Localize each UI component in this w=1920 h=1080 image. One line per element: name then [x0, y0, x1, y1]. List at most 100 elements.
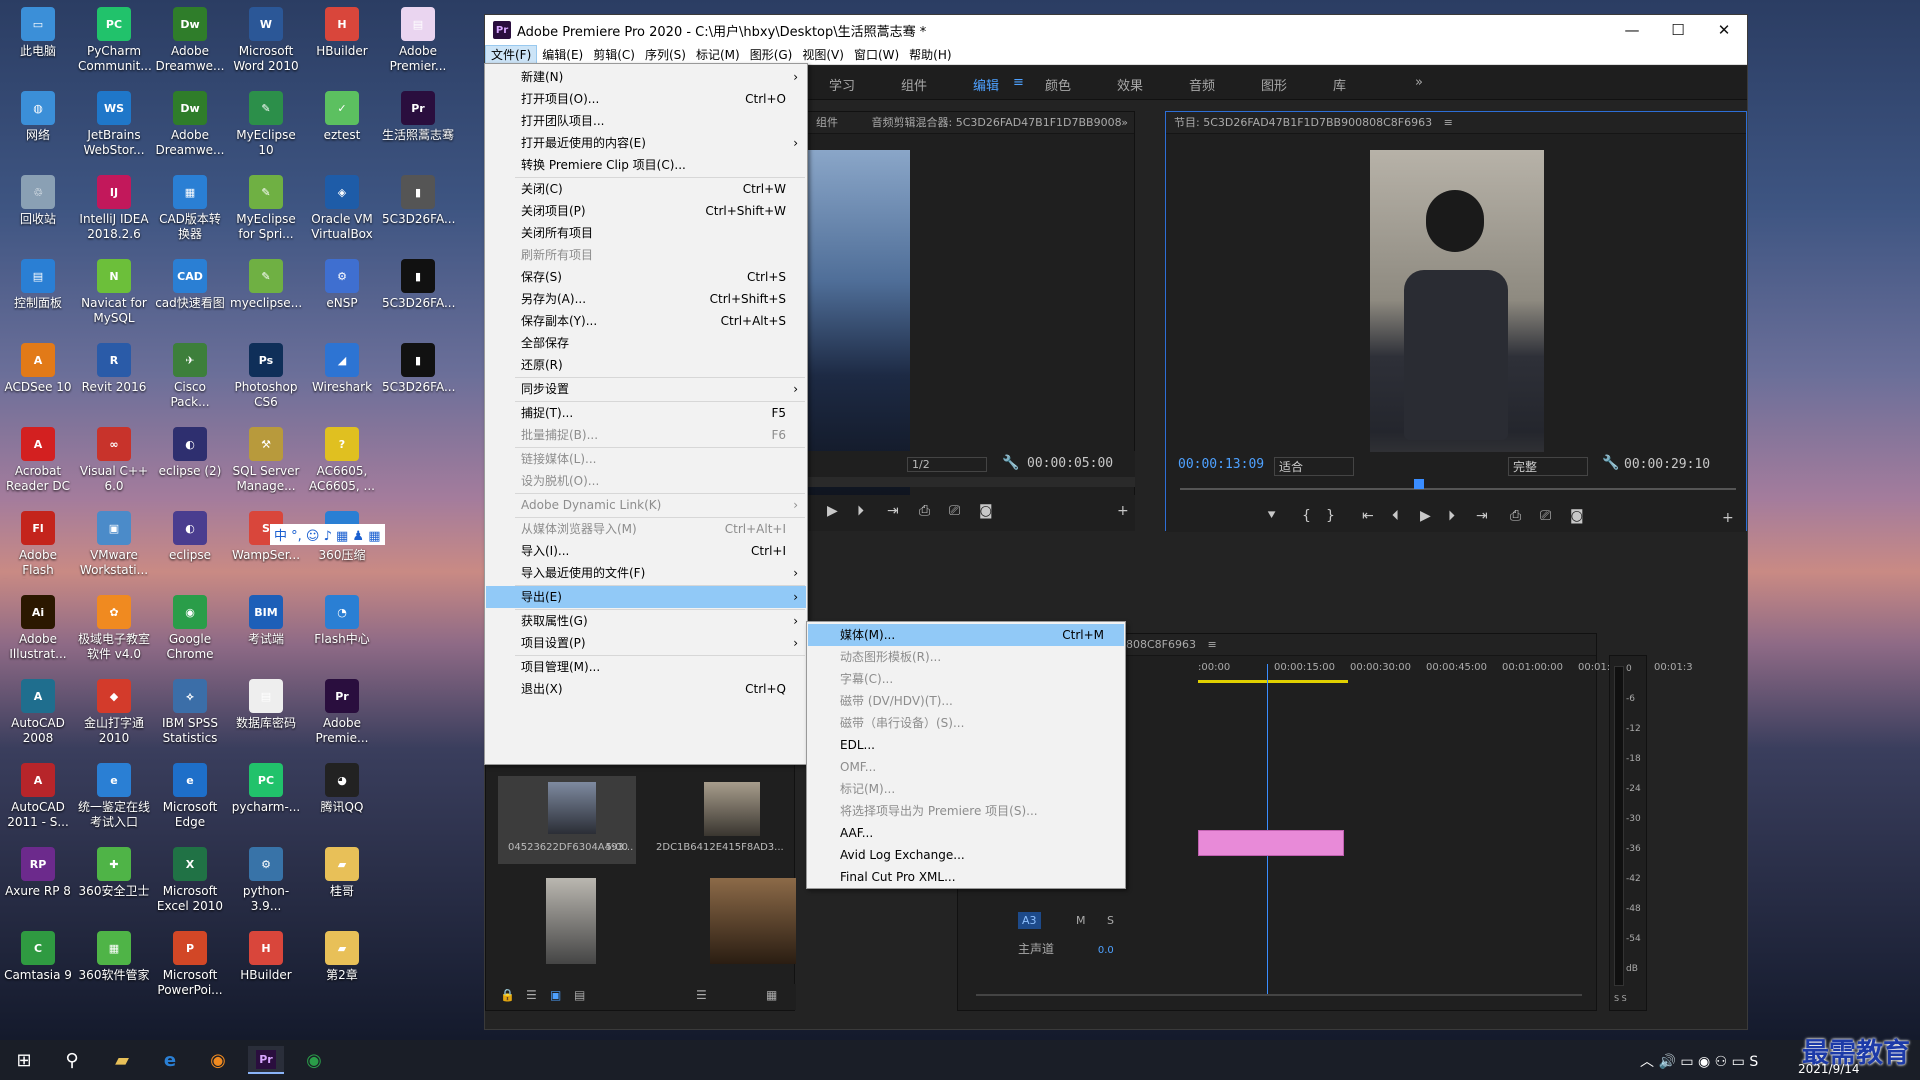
project-clip-thumb-2[interactable]: 2DC1B6412E415F8AD3...: [652, 776, 790, 864]
menu-6[interactable]: 视图(V): [797, 45, 849, 65]
desktop-icon[interactable]: ▮ 5C3D26FA...: [380, 340, 456, 395]
desktop-icon[interactable]: ◈ Oracle VM VirtualBox: [304, 172, 380, 242]
project-clip-thumb-3[interactable]: [546, 878, 596, 964]
desktop-icon[interactable]: H HBuilder: [228, 928, 304, 983]
file-menu-item[interactable]: 保存副本(Y)... Ctrl+Alt+S: [486, 310, 806, 332]
file-menu-item[interactable]: 同步设置 ›: [486, 378, 806, 400]
file-menu-item[interactable]: 转换 Premiere Clip 项目(C)...: [486, 154, 806, 176]
mark-in-icon[interactable]: {: [1302, 508, 1311, 524]
menu-0[interactable]: 文件(F): [485, 44, 538, 65]
desktop-icon[interactable]: ✓ eztest: [304, 88, 380, 143]
desktop-icon[interactable]: R Revit 2016: [76, 340, 152, 395]
export-menu-item[interactable]: 将选择项导出为 Premiere 项目(S)...: [808, 800, 1124, 822]
file-menu-item[interactable]: 打开团队项目...: [486, 110, 806, 132]
file-menu-item[interactable]: 刷新所有项目: [486, 244, 806, 266]
desktop-icon[interactable]: ◕ 腾讯QQ: [304, 760, 380, 815]
file-menu-item[interactable]: 导出(E) ›: [486, 586, 806, 608]
program-settings-icon[interactable]: 🔧: [1602, 455, 1619, 471]
program-playhead[interactable]: [1414, 479, 1424, 489]
system-tray-icons[interactable]: ︿ 🔊 ▭ ◉ ⚇ ▭ S: [1640, 1051, 1758, 1071]
desktop-icon[interactable]: IJIntelliJ IDEA 2018.2.6 x64: [76, 172, 152, 243]
desktop-icon[interactable]: Pr Adobe Premie...: [304, 676, 380, 746]
file-menu-item[interactable]: 关闭所有项目: [486, 222, 806, 244]
desktop-icon[interactable]: ✎ myeclipse...: [228, 256, 304, 311]
insert-icon[interactable]: ⎙: [919, 503, 930, 519]
go-to-out-icon[interactable]: ⇥: [887, 503, 899, 519]
ime-toolbar[interactable]: 中 °, ☺ ♪ ▦ ♟ ▦: [270, 524, 385, 545]
lock-icon[interactable]: 🔒: [500, 988, 515, 1002]
mute-button[interactable]: M: [1076, 914, 1086, 927]
desktop-icon[interactable]: ◐ eclipse (2): [152, 424, 228, 479]
workspace-tab[interactable]: 编辑: [973, 75, 999, 94]
play-icon[interactable]: ▶: [827, 503, 838, 519]
timeline-menu-icon[interactable]: ≡: [1208, 638, 1217, 651]
extract-icon[interactable]: ⎚: [1540, 508, 1551, 524]
desktop-icon[interactable]: ▤ 控制面板: [0, 256, 76, 311]
desktop-icon[interactable]: ▮ 5C3D26FA...: [380, 172, 456, 227]
maximize-button[interactable]: ☐: [1655, 15, 1701, 45]
start-button[interactable]: ⊞: [6, 1046, 42, 1074]
menu-5[interactable]: 图形(G): [745, 45, 798, 65]
menu-2[interactable]: 剪辑(C): [588, 45, 640, 65]
lift-icon[interactable]: ⎙: [1510, 508, 1521, 524]
file-menu-item[interactable]: 另存为(A)... Ctrl+Shift+S: [486, 288, 806, 310]
panel-menu-icon[interactable]: ≡: [1444, 116, 1453, 129]
sort-icon[interactable]: ☰: [696, 988, 707, 1002]
desktop-icon[interactable]: Ps Photoshop CS6: [228, 340, 304, 410]
step-back-icon[interactable]: ⏴: [1392, 508, 1399, 524]
desktop-icon[interactable]: A AutoCAD 2008: [0, 676, 76, 746]
project-clip-thumb-4[interactable]: [710, 878, 796, 964]
desktop-icon[interactable]: e Microsoft Edge: [152, 760, 228, 830]
desktop-icon[interactable]: ▦ 360软件管家: [76, 928, 152, 983]
export-menu-item[interactable]: 字幕(C)...: [808, 668, 1124, 690]
file-menu-item[interactable]: 链接媒体(L)...: [486, 448, 806, 470]
solo-buttons[interactable]: S S: [1614, 994, 1627, 1003]
overwrite-icon[interactable]: ⎚: [949, 503, 960, 519]
export-menu-item[interactable]: 动态图形模板(R)...: [808, 646, 1124, 668]
menu-8[interactable]: 帮助(H): [904, 45, 956, 65]
export-menu-item[interactable]: Avid Log Exchange...: [808, 844, 1124, 866]
desktop-icon[interactable]: PC PyCharm Communit...: [76, 4, 152, 74]
export-menu-item[interactable]: EDL...: [808, 734, 1124, 756]
desktop-icon[interactable]: ∞ Visual C++ 6.0: [76, 424, 152, 494]
go-to-in-icon[interactable]: ⇤: [1362, 508, 1374, 524]
source-scrubber[interactable]: [807, 477, 1135, 487]
desktop-icon[interactable]: P Microsoft PowerPoi...: [152, 928, 228, 998]
desktop-icon[interactable]: ◆ 金山打字通 2010: [76, 676, 152, 746]
workspace-tab[interactable]: 效果: [1117, 75, 1143, 94]
desktop-icon[interactable]: ▤ 数据库密码: [228, 676, 304, 731]
desktop-icon[interactable]: e 统一鉴定在线 考试入口: [76, 760, 152, 830]
file-menu-item[interactable]: 新建(N) ›: [486, 66, 806, 88]
fit-select[interactable]: 适合: [1274, 457, 1354, 476]
program-scrubber[interactable]: [1180, 488, 1736, 490]
source-settings-icon[interactable]: 🔧: [1002, 455, 1019, 471]
quality-select[interactable]: 完整: [1508, 457, 1588, 476]
desktop-icon[interactable]: H HBuilder: [304, 4, 380, 59]
desktop-icon[interactable]: ◉ Google Chrome: [152, 592, 228, 662]
desktop-icon[interactable]: ▦ CAD版本转换器: [152, 172, 228, 242]
desktop-icon[interactable]: Ai Adobe Illustrat...: [0, 592, 76, 662]
desktop-icon[interactable]: ▭ 此电脑: [0, 4, 76, 59]
desktop-icon[interactable]: A AutoCAD 2011 - S...: [0, 760, 76, 830]
close-button[interactable]: ✕: [1701, 15, 1747, 45]
desktop-icon[interactable]: W Microsoft Word 2010: [228, 4, 304, 74]
file-menu-item[interactable]: 导入最近使用的文件(F) ›: [486, 562, 806, 584]
desktop-icon[interactable]: Pr 生活照蒿志骞: [380, 88, 456, 143]
workspace-tab[interactable]: 组件: [901, 75, 927, 94]
desktop-icon[interactable]: ◔ Flash中心: [304, 592, 380, 647]
program-step-forward-icon[interactable]: ⏵: [1448, 508, 1455, 524]
desktop-icon[interactable]: ▰ 第2章: [304, 928, 380, 983]
add-button-icon[interactable]: +: [1117, 503, 1129, 519]
tab-audio-clip-mixer[interactable]: 音频剪辑混合器: 5C3D26FAD47B1F1D7BB9008: [872, 116, 1122, 129]
ie-browser-icon[interactable]: e: [152, 1046, 188, 1074]
source-resolution-select[interactable]: 1/2: [907, 457, 987, 472]
desktop-icon[interactable]: ⚙ eNSP: [304, 256, 380, 311]
file-menu-item[interactable]: 关闭(C) Ctrl+W: [486, 178, 806, 200]
desktop-icon[interactable]: A Acrobat Reader DC: [0, 424, 76, 494]
file-menu-item[interactable]: 批量捕捉(B)... F6: [486, 424, 806, 446]
desktop-icon[interactable]: BIM 考试端: [228, 592, 304, 647]
program-add-button-icon[interactable]: +: [1722, 510, 1734, 526]
workspace-tab[interactable]: 学习: [829, 75, 855, 94]
solo-button[interactable]: S: [1107, 914, 1114, 927]
title-bar[interactable]: Pr Adobe Premiere Pro 2020 - C:\用户\hbxy\…: [485, 15, 1747, 45]
